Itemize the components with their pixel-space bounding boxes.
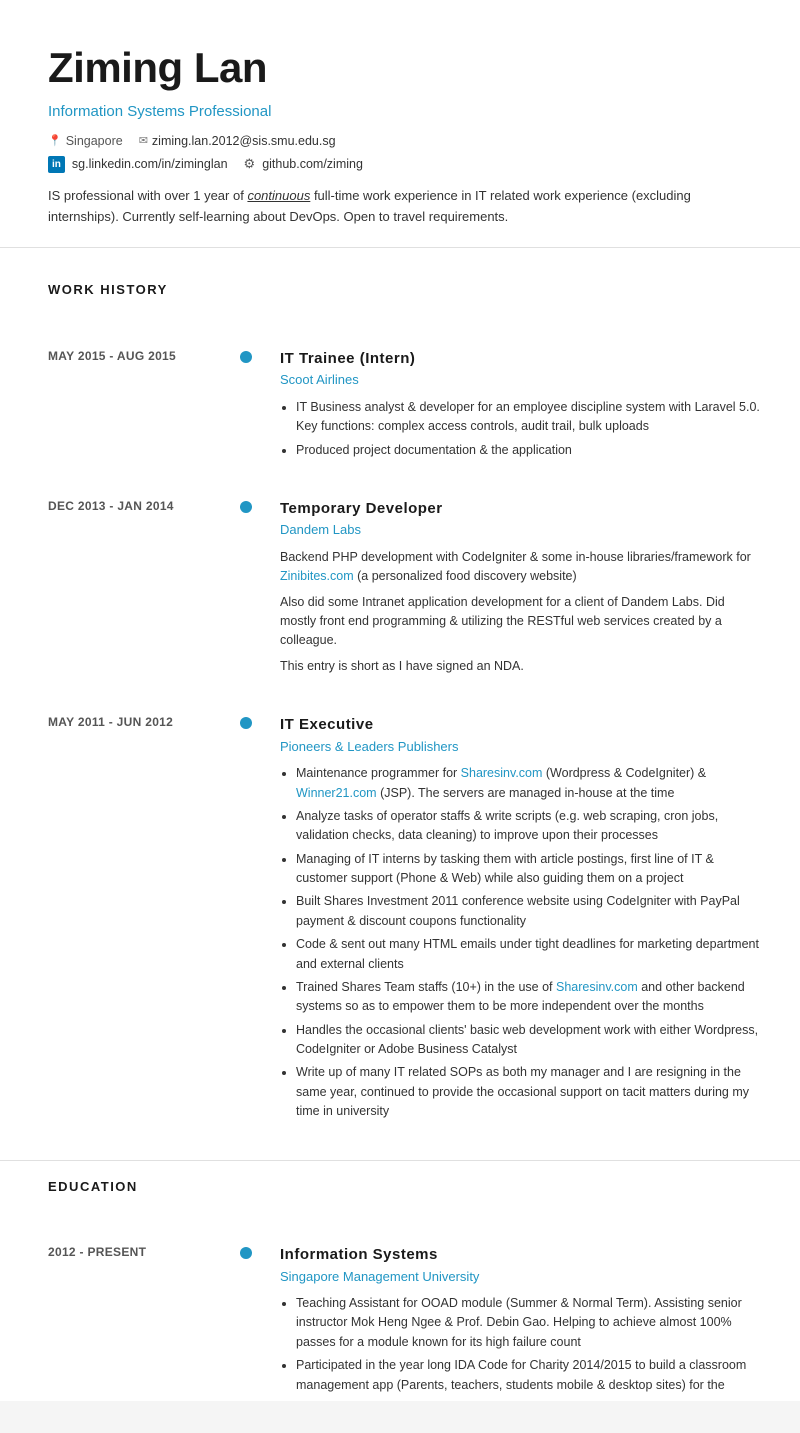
resume-page: Ziming Lan Information Systems Professio… bbox=[0, 0, 800, 1401]
work-history-header-row: WORK HISTORY bbox=[0, 248, 800, 348]
edu-content-1: Information Systems Singapore Management… bbox=[264, 1244, 800, 1401]
bullet-3-7: Handles the occasional clients' basic we… bbox=[296, 1021, 760, 1060]
work-history-title: WORK HISTORY bbox=[48, 280, 240, 300]
timeline-dot-2 bbox=[240, 501, 252, 513]
contact-row-1: 📍 Singapore ✉ ziming.lan.2012@sis.smu.ed… bbox=[48, 132, 752, 151]
section-header-right bbox=[264, 280, 800, 324]
bullet-3-2: Analyze tasks of operator staffs & write… bbox=[296, 807, 760, 846]
sharesinv-link-1[interactable]: Sharesinv.com bbox=[461, 766, 543, 780]
winner21-link[interactable]: Winner21.com bbox=[296, 786, 377, 800]
timeline-dot-1 bbox=[240, 351, 252, 363]
education-title: EDUCATION bbox=[48, 1177, 240, 1197]
timeline-dot-wrapper-3 bbox=[240, 714, 264, 1127]
company-2: Dandem Labs bbox=[280, 520, 760, 540]
job-desc-2: Backend PHP development with CodeIgniter… bbox=[280, 548, 760, 676]
section-center-spacer bbox=[240, 280, 264, 324]
bullet-1-2: Produced project documentation & the app… bbox=[296, 441, 760, 460]
education-header-row: EDUCATION bbox=[0, 1160, 800, 1245]
date-range-1: MAY 2015 - AUG 2015 bbox=[48, 348, 224, 365]
location-item: 📍 Singapore bbox=[48, 132, 123, 151]
entry-dates-3: MAY 2011 - JUN 2012 bbox=[0, 714, 240, 1127]
email-icon: ✉ bbox=[139, 133, 148, 150]
work-entry-2: DEC 2013 - JAN 2014 Temporary Developer … bbox=[0, 498, 800, 682]
job-title-2: Temporary Developer bbox=[280, 498, 760, 521]
edu-bullet-1-2: Participated in the year long IDA Code f… bbox=[296, 1356, 760, 1395]
header-section: Ziming Lan Information Systems Professio… bbox=[0, 0, 800, 248]
timeline-dot-wrapper-1 bbox=[240, 348, 264, 466]
work-entry-1: MAY 2015 - AUG 2015 IT Trainee (Intern) … bbox=[0, 348, 800, 466]
bullet-1-1: IT Business analyst & developer for an e… bbox=[296, 398, 760, 437]
bullet-3-8: Write up of many IT related SOPs as both… bbox=[296, 1063, 760, 1121]
edu-bullets-1: Teaching Assistant for OOAD module (Summ… bbox=[280, 1294, 760, 1395]
timeline-dot-3 bbox=[240, 717, 252, 729]
entry-content-1: IT Trainee (Intern) Scoot Airlines IT Bu… bbox=[264, 348, 800, 466]
section-header-left: WORK HISTORY bbox=[0, 280, 240, 324]
edu-desc-1: Teaching Assistant for OOAD module (Summ… bbox=[280, 1294, 760, 1395]
entry-dates-1: MAY 2015 - AUG 2015 bbox=[0, 348, 240, 466]
entry-content-2: Temporary Developer Dandem Labs Backend … bbox=[264, 498, 800, 682]
job-bullets-1: IT Business analyst & developer for an e… bbox=[280, 398, 760, 460]
linkedin-item: in sg.linkedin.com/in/ziminglan bbox=[48, 155, 228, 174]
bullet-3-5: Code & sent out many HTML emails under t… bbox=[296, 935, 760, 974]
github-icon: ⚙ bbox=[244, 154, 256, 174]
edu-center-spacer bbox=[240, 1177, 264, 1221]
sharesinv-link-2[interactable]: Sharesinv.com bbox=[556, 980, 638, 994]
edu-title-1: Information Systems bbox=[280, 1244, 760, 1267]
linkedin-icon: in bbox=[48, 156, 65, 173]
profession-title: Information Systems Professional bbox=[48, 101, 752, 124]
edu-bullet-1-1: Teaching Assistant for OOAD module (Summ… bbox=[296, 1294, 760, 1352]
github-link[interactable]: github.com/ziming bbox=[262, 155, 363, 174]
entry-content-3: IT Executive Pioneers & Leaders Publishe… bbox=[264, 714, 800, 1127]
job-title-3: IT Executive bbox=[280, 714, 760, 737]
github-item: ⚙ github.com/ziming bbox=[244, 154, 363, 174]
job-desc-1: IT Business analyst & developer for an e… bbox=[280, 398, 760, 460]
work-entry-3: MAY 2011 - JUN 2012 IT Executive Pioneer… bbox=[0, 714, 800, 1127]
location-icon: 📍 bbox=[48, 133, 62, 150]
edu-header-right bbox=[264, 1177, 800, 1221]
contact-row-2: in sg.linkedin.com/in/ziminglan ⚙ github… bbox=[48, 154, 752, 174]
job-desc-3: Maintenance programmer for Sharesinv.com… bbox=[280, 764, 760, 1121]
date-range-3: MAY 2011 - JUN 2012 bbox=[48, 714, 224, 731]
linkedin-link[interactable]: sg.linkedin.com/in/ziminglan bbox=[72, 155, 228, 174]
edu-date-range-1: 2012 - PRESENT bbox=[48, 1244, 224, 1261]
entry-dates-2: DEC 2013 - JAN 2014 bbox=[0, 498, 240, 682]
zinibites-link[interactable]: Zinibites.com bbox=[280, 569, 354, 583]
bullet-3-3: Managing of IT interns by tasking them w… bbox=[296, 850, 760, 889]
edu-dates-1: 2012 - PRESENT bbox=[0, 1244, 240, 1401]
company-1: Scoot Airlines bbox=[280, 370, 760, 390]
education-entry-1: 2012 - PRESENT Information Systems Singa… bbox=[0, 1244, 800, 1401]
edu-school-1: Singapore Management University bbox=[280, 1267, 760, 1287]
bullet-3-6: Trained Shares Team staffs (10+) in the … bbox=[296, 978, 760, 1017]
education-section-left: EDUCATION bbox=[0, 1177, 240, 1221]
email-item: ✉ ziming.lan.2012@sis.smu.edu.sg bbox=[139, 132, 336, 151]
candidate-name: Ziming Lan bbox=[48, 36, 752, 99]
email-link[interactable]: ziming.lan.2012@sis.smu.edu.sg bbox=[152, 132, 336, 151]
company-3: Pioneers & Leaders Publishers bbox=[280, 737, 760, 757]
job-title-1: IT Trainee (Intern) bbox=[280, 348, 760, 371]
location-text: Singapore bbox=[66, 132, 123, 151]
bullet-3-4: Built Shares Investment 2011 conference … bbox=[296, 892, 760, 931]
date-range-2: DEC 2013 - JAN 2014 bbox=[48, 498, 224, 515]
edu-dot-wrapper-1 bbox=[240, 1244, 264, 1401]
job-bullets-3: Maintenance programmer for Sharesinv.com… bbox=[280, 764, 760, 1121]
summary-paragraph: IS professional with over 1 year of cont… bbox=[48, 186, 752, 228]
bullet-3-1: Maintenance programmer for Sharesinv.com… bbox=[296, 764, 760, 803]
timeline-dot-wrapper-2 bbox=[240, 498, 264, 682]
edu-timeline-dot-1 bbox=[240, 1247, 252, 1259]
